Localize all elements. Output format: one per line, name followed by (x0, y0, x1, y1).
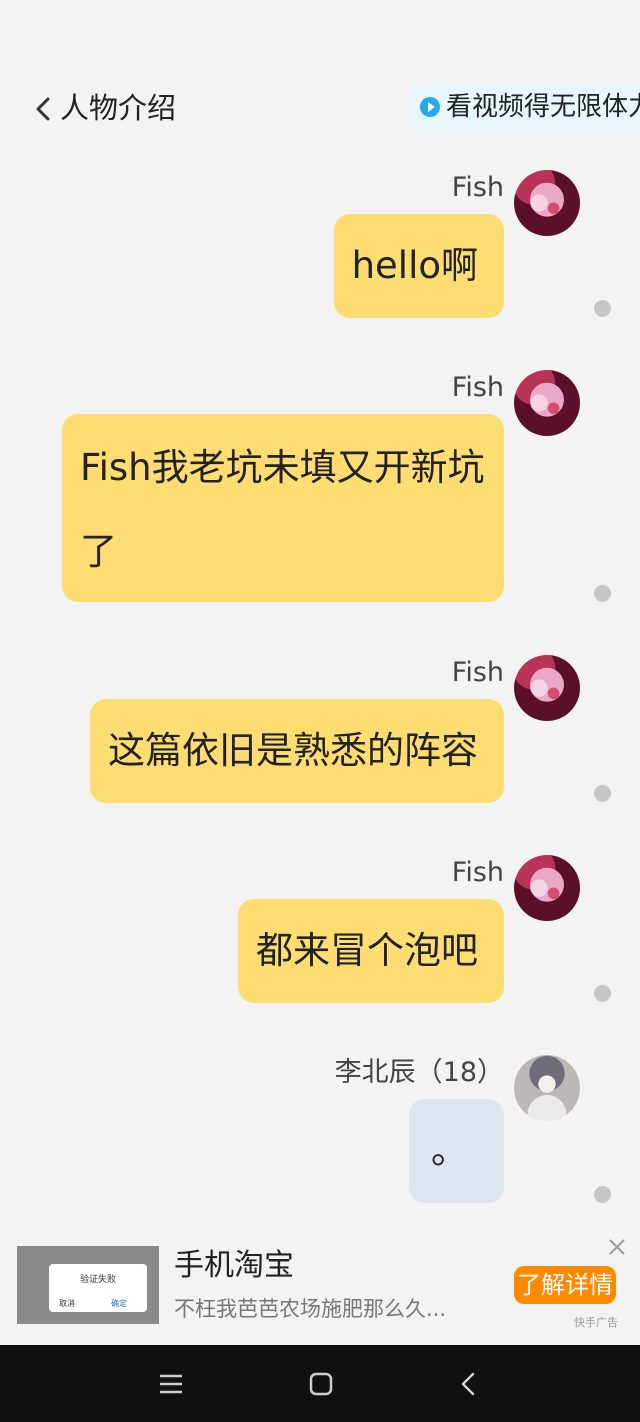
avatar[interactable] (514, 855, 580, 921)
sender-name: 李北辰（18） (334, 1057, 504, 1088)
message-bubble[interactable]: Fish我老坑未填又开新坑了 (62, 414, 504, 602)
page-title: 人物介绍 (60, 91, 177, 125)
message-bubble[interactable]: 。 (409, 1099, 504, 1203)
status-dot (594, 1186, 611, 1203)
sender-name: Fish (451, 372, 504, 403)
status-dot (594, 585, 611, 602)
header: 人物介绍 看视频得无限体力 (0, 70, 640, 150)
back-button[interactable] (32, 94, 56, 126)
ad-title[interactable]: 手机淘宝 (174, 1248, 294, 1284)
close-icon[interactable] (606, 1236, 628, 1258)
learn-more-button[interactable]: 了解详情 (514, 1266, 616, 1304)
chevron-left-icon (36, 97, 50, 121)
ad-thumbnail-dialog: 验证失败 取消 确定 (49, 1264, 147, 1312)
ad-banner[interactable]: 验证失败 取消 确定 手机淘宝 不枉我芭芭农场施肥那么久... 了解详情 快手广… (0, 1230, 640, 1342)
menu-icon[interactable] (156, 1369, 186, 1399)
sender-name: Fish (451, 172, 504, 203)
ad-description[interactable]: 不枉我芭芭农场施肥那么久... (174, 1296, 446, 1322)
avatar[interactable] (514, 655, 580, 721)
sender-name: Fish (451, 657, 504, 688)
watch-video-button[interactable]: 看视频得无限体力 (410, 84, 640, 130)
ad-thumbnail-cancel: 取消 (59, 1299, 75, 1308)
message-bubble[interactable]: 这篇依旧是熟悉的阵容 (90, 699, 504, 803)
ad-label: 快手广告 (574, 1316, 618, 1329)
play-icon (420, 97, 440, 117)
watch-video-label: 看视频得无限体力 (446, 92, 640, 122)
home-icon[interactable] (306, 1369, 336, 1399)
ad-thumbnail: 验证失败 取消 确定 (17, 1246, 159, 1324)
avatar[interactable] (514, 1055, 580, 1121)
sender-name: Fish (451, 857, 504, 888)
message-bubble[interactable]: 都来冒个泡吧 (238, 899, 504, 1003)
ad-thumbnail-dialog-title: 验证失败 (79, 1275, 116, 1285)
avatar[interactable] (514, 370, 580, 436)
message-bubble[interactable]: hello啊 (333, 214, 504, 318)
status-dot (594, 300, 611, 317)
status-dot (594, 985, 611, 1002)
ad-thumbnail-confirm: 确定 (111, 1299, 127, 1308)
status-dot (594, 785, 611, 802)
back-icon[interactable] (454, 1369, 484, 1399)
avatar[interactable] (514, 170, 580, 236)
system-nav-bar (0, 1345, 640, 1422)
